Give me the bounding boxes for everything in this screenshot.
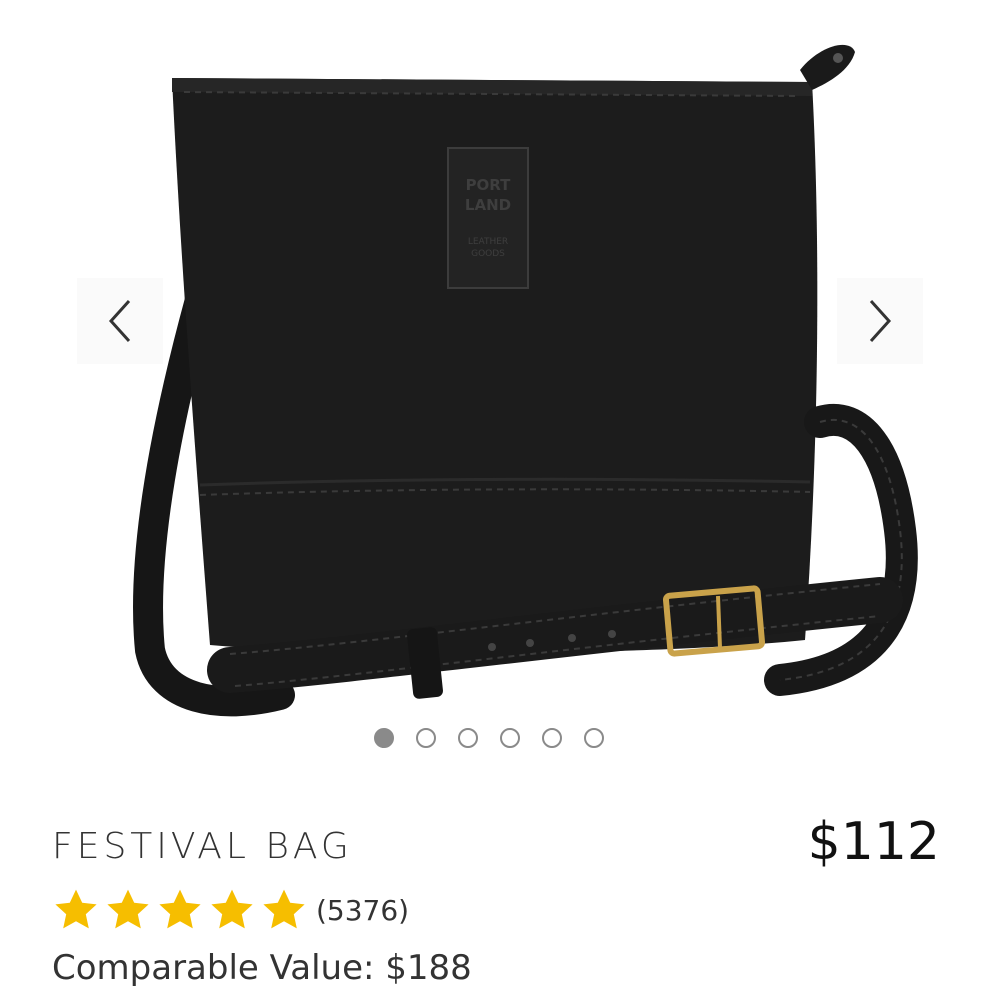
- product-price: $112: [807, 812, 940, 872]
- star-icon: [55, 889, 97, 929]
- review-count[interactable]: (5376): [316, 894, 409, 927]
- star-icon: [211, 889, 253, 929]
- previous-image-button[interactable]: [77, 278, 163, 364]
- product-gallery: PORT LAND LEATHER GOODS: [0, 0, 1000, 770]
- product-rating[interactable]: (5376): [52, 886, 409, 934]
- chevron-left-icon: [108, 299, 131, 343]
- gallery-dot[interactable]: [584, 728, 604, 748]
- comparable-value: Comparable Value: $188: [52, 948, 472, 988]
- star-icon: [107, 889, 149, 929]
- chevron-right-icon: [869, 299, 892, 343]
- brand-patch-line-2: LAND: [465, 196, 511, 214]
- gallery-dot[interactable]: [374, 728, 394, 748]
- brand-patch-line-3: LEATHER: [468, 237, 508, 247]
- gallery-dot[interactable]: [416, 728, 436, 748]
- gallery-pagination: [374, 728, 604, 748]
- star-icon: [263, 889, 305, 929]
- next-image-button[interactable]: [837, 278, 923, 364]
- gallery-dot[interactable]: [458, 728, 478, 748]
- star-rating: [52, 886, 308, 934]
- product-title: FESTIVAL BAG: [52, 826, 353, 867]
- gallery-dot[interactable]: [500, 728, 520, 748]
- gallery-dot[interactable]: [542, 728, 562, 748]
- product-image: PORT LAND LEATHER GOODS: [133, 44, 918, 717]
- brand-patch-line-4: GOODS: [471, 249, 505, 259]
- brand-patch-line-1: PORT: [466, 176, 512, 194]
- star-icon: [159, 889, 201, 929]
